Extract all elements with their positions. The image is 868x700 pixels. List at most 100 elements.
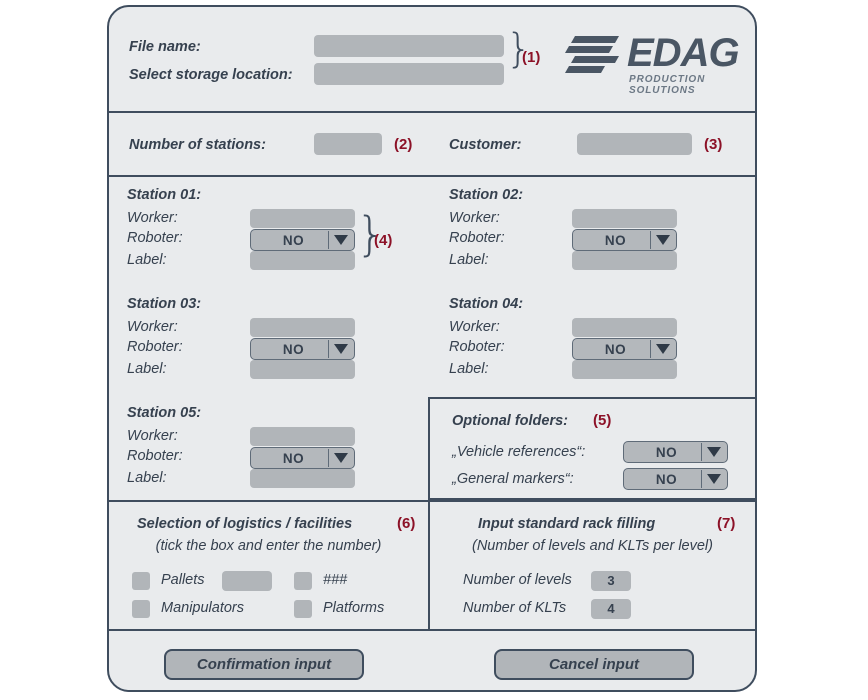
checkbox-pallets[interactable] bbox=[132, 572, 150, 590]
station-title: Station 01: bbox=[127, 187, 202, 203]
checkbox-manipulators[interactable] bbox=[132, 600, 150, 618]
worker-label: Worker: bbox=[127, 428, 178, 444]
footer-section: Confirmation input Cancel input bbox=[109, 631, 755, 692]
rack-subtitle: (Number of levels and KLTs per level) bbox=[472, 538, 713, 554]
dropdown-value: NO bbox=[604, 341, 627, 357]
station-title: Station 02: bbox=[449, 187, 524, 203]
main-dialog-panel: File name: Select storage location: } (1… bbox=[107, 5, 757, 692]
station-01-label-input[interactable] bbox=[250, 251, 355, 270]
number-of-levels-label: Number of levels bbox=[463, 572, 572, 588]
dropdown-value: NO bbox=[282, 341, 305, 357]
station-03-worker-input[interactable] bbox=[250, 318, 355, 337]
chevron-down-icon[interactable] bbox=[328, 449, 353, 467]
station-title: Station 03: bbox=[127, 296, 202, 312]
station-01-roboter-dropdown[interactable]: NO bbox=[250, 229, 355, 251]
checkbox-hash[interactable] bbox=[294, 572, 312, 590]
optional-folders-title: Optional folders: bbox=[452, 413, 568, 429]
station-04-roboter-dropdown[interactable]: NO bbox=[572, 338, 677, 360]
station-03-roboter-dropdown[interactable]: NO bbox=[250, 338, 355, 360]
roboter-label: Roboter: bbox=[127, 230, 183, 246]
roboter-label: Roboter: bbox=[127, 448, 183, 464]
header-section: File name: Select storage location: } (1… bbox=[109, 7, 755, 107]
chevron-down-icon[interactable] bbox=[328, 340, 353, 358]
number-of-levels-value: 3 bbox=[607, 573, 615, 588]
edag-tagline: PRODUCTION SOLUTIONS bbox=[629, 74, 706, 96]
pallets-label: Pallets bbox=[161, 572, 205, 588]
rack-title: Input standard rack filling bbox=[478, 516, 656, 532]
station-02-label-input[interactable] bbox=[572, 251, 677, 270]
worker-label: Worker: bbox=[127, 319, 178, 335]
chevron-down-icon[interactable] bbox=[328, 231, 353, 249]
station-01-worker-input[interactable] bbox=[250, 209, 355, 228]
roboter-label: Roboter: bbox=[127, 339, 183, 355]
edag-bars-icon bbox=[565, 36, 619, 73]
station-05-worker-input[interactable] bbox=[250, 427, 355, 446]
cancel-input-label: Cancel input bbox=[548, 656, 639, 673]
chevron-down-icon[interactable] bbox=[701, 443, 726, 461]
pallets-number-input[interactable] bbox=[222, 571, 272, 591]
chevron-down-icon[interactable] bbox=[650, 340, 675, 358]
general-markers-label: „General markers“: bbox=[452, 471, 574, 487]
number-of-klts-label: Number of KLTs bbox=[463, 600, 567, 616]
label-label: Label: bbox=[127, 361, 167, 377]
meta-section: Number of stations: (2) Customer: (3) bbox=[109, 113, 755, 175]
chevron-down-icon[interactable] bbox=[701, 470, 726, 488]
worker-label: Worker: bbox=[449, 319, 500, 335]
chevron-down-icon[interactable] bbox=[650, 231, 675, 249]
rack-filling-section: Input standard rack filling (7) (Number … bbox=[430, 502, 755, 629]
station-block-05: Station 05: Worker: Roboter: NO Label: bbox=[127, 405, 427, 500]
edag-logo: EDAG PRODUCTION SOLUTIONS bbox=[559, 27, 740, 96]
station-block-01: Station 01: Worker: Roboter: NO Label: }… bbox=[127, 187, 427, 282]
station-05-roboter-dropdown[interactable]: NO bbox=[250, 447, 355, 469]
number-of-stations-label: Number of stations: bbox=[129, 137, 266, 153]
logistics-subtitle: (tick the box and enter the number) bbox=[155, 538, 382, 554]
label-label: Label: bbox=[449, 252, 489, 268]
platforms-label: Platforms bbox=[323, 600, 385, 616]
station-title: Station 04: bbox=[449, 296, 524, 312]
annotation-2: (2) bbox=[394, 136, 413, 153]
vehicle-references-label: „Vehicle references“: bbox=[452, 444, 586, 460]
station-03-label-input[interactable] bbox=[250, 360, 355, 379]
general-markers-dropdown[interactable]: NO bbox=[623, 468, 728, 490]
annotation-7: (7) bbox=[717, 515, 736, 532]
logistics-title: Selection of logistics / facilities bbox=[137, 516, 353, 532]
storage-location-input[interactable] bbox=[314, 63, 504, 85]
file-name-label: File name: bbox=[129, 39, 201, 55]
number-of-klts-input[interactable]: 4 bbox=[591, 599, 631, 619]
customer-label: Customer: bbox=[449, 137, 522, 153]
station-04-label-input[interactable] bbox=[572, 360, 677, 379]
file-name-input[interactable] bbox=[314, 35, 504, 57]
station-block-04: Station 04: Worker: Roboter: NO Label: bbox=[449, 296, 749, 391]
number-of-stations-input[interactable] bbox=[314, 133, 382, 155]
number-of-levels-input[interactable]: 3 bbox=[591, 571, 631, 591]
customer-input[interactable] bbox=[577, 133, 692, 155]
storage-location-label: Select storage location: bbox=[129, 67, 293, 83]
station-02-roboter-dropdown[interactable]: NO bbox=[572, 229, 677, 251]
dropdown-value: NO bbox=[655, 471, 678, 487]
checkbox-platforms[interactable] bbox=[294, 600, 312, 618]
optional-folders-section: Optional folders: (5) „Vehicle reference… bbox=[428, 397, 755, 500]
roboter-label: Roboter: bbox=[449, 230, 505, 246]
dropdown-value: NO bbox=[604, 232, 627, 248]
confirmation-input-button[interactable]: Confirmation input bbox=[164, 649, 364, 680]
station-05-label-input[interactable] bbox=[250, 469, 355, 488]
annotation-4: (4) bbox=[374, 232, 393, 249]
hash-label: ### bbox=[323, 572, 348, 588]
station-04-worker-input[interactable] bbox=[572, 318, 677, 337]
vehicle-references-dropdown[interactable]: NO bbox=[623, 441, 728, 463]
station-block-03: Station 03: Worker: Roboter: NO Label: bbox=[127, 296, 427, 391]
cancel-input-button[interactable]: Cancel input bbox=[494, 649, 694, 680]
station-block-02: Station 02: Worker: Roboter: NO Label: bbox=[449, 187, 749, 282]
label-label: Label: bbox=[449, 361, 489, 377]
dropdown-value: NO bbox=[282, 232, 305, 248]
label-label: Label: bbox=[127, 252, 167, 268]
edag-wordmark: EDAG bbox=[627, 31, 740, 75]
number-of-klts-value: 4 bbox=[607, 601, 615, 616]
annotation-6: (6) bbox=[397, 515, 416, 532]
roboter-label: Roboter: bbox=[449, 339, 505, 355]
confirmation-input-label: Confirmation input bbox=[196, 656, 332, 673]
annotation-3: (3) bbox=[704, 136, 723, 153]
station-title: Station 05: bbox=[127, 405, 202, 421]
station-02-worker-input[interactable] bbox=[572, 209, 677, 228]
dropdown-value: NO bbox=[282, 450, 305, 466]
